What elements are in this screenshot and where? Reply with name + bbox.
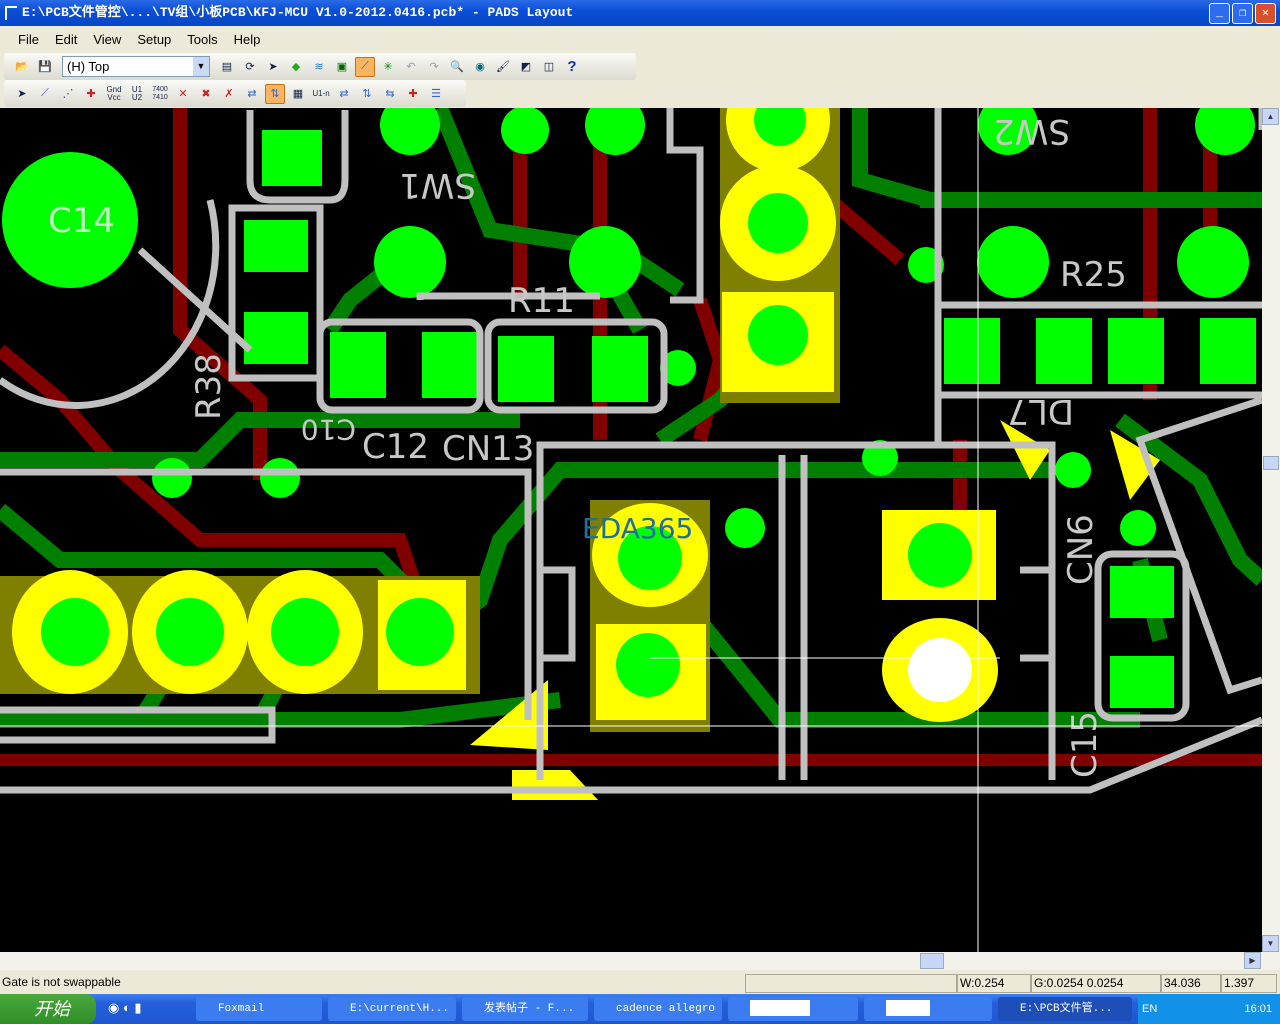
label-c10: C10 <box>301 413 356 446</box>
select-icon[interactable]: ➤ <box>263 57 283 77</box>
ecl-icon[interactable]: ⇆ <box>380 84 400 104</box>
label-dl7: DL7 <box>1007 391 1074 431</box>
label-c14: C14 <box>48 201 115 241</box>
search-icon[interactable]: 🔍 <box>447 57 467 77</box>
auto-swap-gate-icon[interactable]: ⇅ <box>357 84 377 104</box>
task-cadence[interactable]: cadence allegro <box>594 997 722 1021</box>
add-connection-icon[interactable]: ⟋ <box>35 84 55 104</box>
window-title: E:\PCB文件管控\...\TV组\小板PCB\KFJ-MCU V1.0-20… <box>22 5 574 20</box>
pcb-board: C14 SW1 R11 R38 C12 CN13 R25 SW2 DL7 CN6… <box>0 108 1262 952</box>
minimize-button[interactable]: _ <box>1209 3 1230 24</box>
watermark-eda365: EDA365 <box>582 512 693 545</box>
title-bar: E:\PCB文件管控\...\TV组\小板PCB\KFJ-MCU V1.0-20… <box>0 0 1280 26</box>
delete-connection-icon[interactable]: ✕ <box>173 84 193 104</box>
menu-setup[interactable]: Setup <box>137 32 171 47</box>
rename-part-icon[interactable]: U1 U2 <box>127 84 147 104</box>
menu-view[interactable]: View <box>93 32 121 47</box>
select-arrow-icon[interactable]: ➤ <box>12 84 32 104</box>
help-icon[interactable]: ? <box>562 57 582 77</box>
taskbar: 开始 ◉ ◐ ▮ Foxmail E:\current\H... 发表帖子 - … <box>0 994 1280 1024</box>
vertical-scroll-thumb[interactable] <box>1263 456 1279 470</box>
pour-icon[interactable]: ≋ <box>309 57 329 77</box>
menu-edit[interactable]: Edit <box>55 32 77 47</box>
task-chat-2[interactable] <box>864 997 992 1021</box>
brush-icon[interactable]: 🖌 <box>493 57 513 77</box>
properties-icon[interactable]: ▤ <box>217 57 237 77</box>
ecO-params-icon[interactable]: ▦ <box>288 84 308 104</box>
label-c15: C15 <box>1065 711 1105 778</box>
quick-launch-icons[interactable]: ◉ ◐ ▮ <box>108 1000 142 1016</box>
label-c12: C12 <box>362 427 429 467</box>
status-message: Gate is not swappable <box>2 975 121 989</box>
auto-rename-icon[interactable]: U1-n <box>311 84 331 104</box>
label-r11: R11 <box>508 281 575 321</box>
task-post[interactable]: 发表帖子 - F... <box>462 997 588 1021</box>
add-route-icon[interactable]: ⋰ <box>58 84 78 104</box>
start-button[interactable]: 开始 <box>0 994 96 1024</box>
label-r25: R25 <box>1060 255 1127 295</box>
close-button[interactable]: ✕ <box>1255 3 1276 24</box>
window-icon[interactable]: ◫ <box>539 57 559 77</box>
chevron-down-icon[interactable]: ▼ <box>193 57 209 76</box>
gnd-vcc-icon[interactable]: Gnd Vcc <box>104 84 124 104</box>
drafting-icon[interactable]: ▣ <box>332 57 352 77</box>
redo-icon[interactable]: ↷ <box>424 57 444 77</box>
add-component-icon[interactable]: ✚ <box>81 84 101 104</box>
clock: 16:01 <box>1244 1003 1272 1015</box>
label-sw1: SW1 <box>399 165 476 205</box>
undo-icon[interactable]: ↶ <box>401 57 421 77</box>
change-component-icon[interactable]: 7400 7410 <box>150 84 170 104</box>
label-cn13: CN13 <box>442 429 534 469</box>
layer-select[interactable]: (H) Top ▼ <box>62 56 210 77</box>
delete-net-icon[interactable]: ✖ <box>196 84 216 104</box>
swap-gate-icon[interactable]: ⇅ <box>265 83 285 104</box>
delete-component-icon[interactable]: ✗ <box>219 84 239 104</box>
task-foxmail[interactable]: Foxmail <box>196 997 322 1021</box>
report-icon[interactable]: ☰ <box>426 84 446 104</box>
status-x: 34.036 <box>1161 974 1221 993</box>
design-toolbar-icon[interactable]: ⟋ <box>355 56 375 77</box>
scroll-up-button[interactable]: ▲ <box>1262 108 1279 125</box>
add-pin-icon[interactable]: ✚ <box>403 84 423 104</box>
menu-file[interactable]: File <box>18 32 39 47</box>
menu-tools[interactable]: Tools <box>187 32 217 47</box>
open-icon[interactable]: 📂 <box>12 57 32 77</box>
status-y: 1.397 <box>1221 974 1277 993</box>
status-grid: G:0.0254 0.0254 <box>1031 974 1161 993</box>
menu-bar: File Edit View Setup Tools Help <box>0 26 1280 52</box>
system-tray: EN 16:01 <box>1138 994 1280 1024</box>
selected-pad <box>908 638 972 702</box>
status-bar: Gate is not swappable W:0.254 G:0.0254 0… <box>0 972 1280 994</box>
vertical-scrollbar[interactable]: ▲ ▼ <box>1262 108 1280 952</box>
status-empty-cell <box>745 974 957 993</box>
horizontal-scrollbar[interactable]: ▶ <box>0 952 1280 970</box>
app-icon <box>5 6 17 20</box>
ecO-icon[interactable]: ✳ <box>378 57 398 77</box>
maximize-button[interactable]: ❐ <box>1232 3 1253 24</box>
task-chat-1[interactable] <box>728 997 858 1021</box>
menu-help[interactable]: Help <box>234 32 261 47</box>
label-r38: R38 <box>189 353 229 420</box>
refresh-icon[interactable]: ⟳ <box>240 57 260 77</box>
pcb-canvas[interactable]: C14 SW1 R11 R38 C12 CN13 R25 SW2 DL7 CN6… <box>0 108 1262 952</box>
layer-select-value: (H) Top <box>67 59 110 74</box>
view-icon[interactable]: ◉ <box>470 57 490 77</box>
label-sw2: SW2 <box>993 111 1070 151</box>
ecO-toolbar: ➤ ⟋ ⋰ ✚ Gnd Vcc U1 U2 7400 7410 ✕ ✖ ✗ ⇄ … <box>4 80 466 107</box>
scroll-right-button[interactable]: ▶ <box>1244 952 1261 969</box>
auto-swap-pin-icon[interactable]: ⇄ <box>334 84 354 104</box>
output-icon[interactable]: ◩ <box>516 57 536 77</box>
status-width: W:0.254 <box>957 974 1031 993</box>
task-pads[interactable]: E:\PCB文件管... <box>998 997 1132 1021</box>
route-icon[interactable]: ◆ <box>286 57 306 77</box>
horizontal-scroll-thumb[interactable] <box>920 953 944 969</box>
task-current[interactable]: E:\current\H... <box>328 997 456 1021</box>
standard-toolbar: 📂 💾 (H) Top ▼ ▤ ⟳ ➤ ◆ ≋ ▣ ⟋ ✳ ↶ ↷ 🔍 ◉ 🖌 ◩… <box>4 53 636 80</box>
scroll-down-button[interactable]: ▼ <box>1262 935 1279 952</box>
label-cn6: CN6 <box>1061 514 1101 585</box>
swap-pin-icon[interactable]: ⇄ <box>242 84 262 104</box>
language-indicator[interactable]: EN <box>1142 994 1157 1024</box>
save-icon[interactable]: 💾 <box>35 57 55 77</box>
